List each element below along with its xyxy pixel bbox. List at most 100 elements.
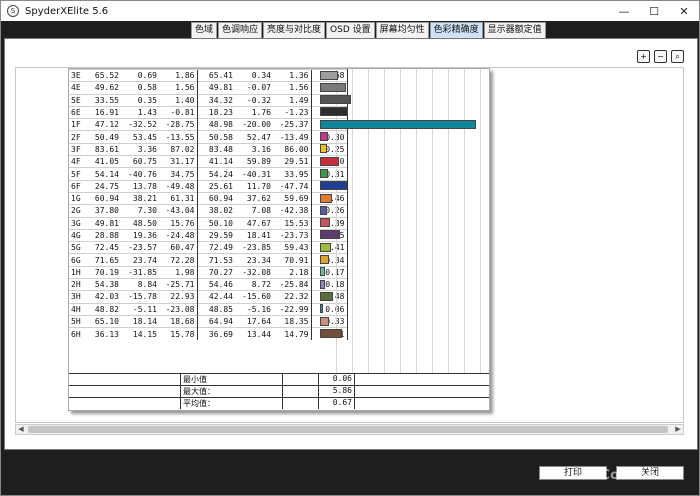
measured-b: 29.51 [273, 155, 311, 168]
target-a: -5.11 [121, 302, 159, 316]
patch-id: 5G [69, 241, 83, 254]
tab-6[interactable]: 显示器额定值 [483, 22, 546, 38]
measured-l: 41.14 [196, 155, 235, 168]
stat-label: 平均值： [181, 398, 283, 409]
horizontal-scrollbar[interactable]: ◀ ▶ [15, 424, 684, 435]
chart-gridline [480, 69, 481, 373]
measured-b: 33.95 [273, 167, 311, 181]
tab-5[interactable]: 色彩精确度 [429, 22, 483, 38]
measured-a: -0.07 [235, 81, 273, 95]
target-l: 41.05 [83, 155, 121, 168]
target-l: 72.45 [83, 241, 121, 254]
measured-b: 15.53 [273, 216, 311, 230]
stat-label: 最大值： [181, 386, 283, 397]
target-l: 47.12 [83, 118, 121, 131]
close-window-button[interactable]: ✕ [669, 1, 699, 21]
target-l: 28.88 [83, 228, 121, 242]
delta-e-bar [320, 291, 333, 301]
measured-l: 25.61 [196, 179, 235, 193]
delta-e-bar [320, 156, 339, 166]
minimize-button[interactable]: — [609, 1, 639, 21]
measured-a: 1.76 [235, 105, 273, 119]
measured-a: -20.00 [235, 118, 273, 131]
target-a: -15.78 [121, 290, 159, 304]
scroll-right-icon[interactable]: ▶ [673, 425, 683, 434]
measured-b: 59.69 [273, 191, 311, 205]
target-a: -40.76 [121, 167, 159, 181]
measured-l: 29.59 [196, 228, 235, 242]
measured-l: 18.23 [196, 105, 235, 119]
report-viewport[interactable]: 3E65.520.691.8665.410.341.360.684E49.620… [15, 67, 684, 423]
delta-e-bar [320, 267, 325, 277]
target-b: 34.75 [159, 167, 197, 181]
scrollbar-thumb[interactable] [28, 426, 668, 433]
measured-l: 60.94 [196, 191, 235, 205]
target-b: -24.48 [159, 228, 197, 242]
delta-e-bar [320, 193, 333, 203]
patch-id: 4F [69, 155, 83, 168]
zoom-fit-icon[interactable]: ⌕ [671, 50, 684, 63]
scroll-left-icon[interactable]: ◀ [16, 425, 26, 434]
delta-e-bar [320, 230, 340, 240]
target-a: 3.36 [121, 142, 159, 156]
stat-row: 最大值： 5.86 [69, 385, 489, 397]
stat-spacer [283, 398, 319, 409]
app-logo-icon: S [7, 5, 19, 17]
delta-e-bar [320, 95, 352, 105]
target-b: 18.68 [159, 314, 197, 328]
tab-1[interactable]: 色调响应 [218, 22, 263, 38]
patch-id: 1G [69, 191, 83, 205]
patch-id: 6G [69, 253, 83, 267]
zoom-out-icon[interactable]: − [654, 50, 667, 63]
delta-e-bar [320, 132, 328, 141]
color-accuracy-table: 3E65.520.691.8665.410.341.360.684E49.620… [69, 68, 348, 341]
target-l: 54.14 [83, 167, 121, 181]
stat-spacer [283, 374, 319, 385]
target-a: -31.85 [121, 265, 159, 279]
delta-e-bar [320, 181, 348, 191]
measured-l: 38.02 [196, 204, 235, 218]
patch-id: 4E [69, 81, 83, 95]
delta-e-bar [320, 328, 342, 338]
report-tabs: 色域 色调响应 亮度与对比度 OSD 设置 屏幕均匀性 色彩精确度 显示器额定值 [191, 22, 547, 38]
maximize-button[interactable]: ☐ [639, 1, 669, 21]
measured-l: 70.27 [196, 265, 235, 279]
delta-e-bar [320, 218, 331, 228]
delta-e-bar [320, 82, 347, 92]
target-b: 22.93 [159, 290, 197, 304]
tab-0[interactable]: 色域 [191, 22, 218, 38]
chart-gridline [464, 69, 465, 373]
measured-l: 64.94 [196, 314, 235, 328]
patch-id: 6E [69, 105, 83, 119]
target-l: 49.62 [83, 81, 121, 95]
window-title: SpyderXElite 5.6 [25, 5, 109, 17]
table-row: 1G 60.94 38.21 61.31 60.94 37.62 59.69 0.46 [69, 191, 348, 205]
target-l: 49.81 [83, 216, 121, 230]
target-a: 23.74 [121, 253, 159, 267]
tab-2[interactable]: 亮度与对比度 [263, 22, 326, 38]
tab-4[interactable]: 屏幕均匀性 [375, 22, 429, 38]
stat-spacer [283, 386, 319, 397]
target-b: 72.28 [159, 253, 197, 267]
measured-b: 2.18 [273, 265, 311, 279]
measured-b: -13.49 [273, 130, 311, 144]
zoom-in-icon[interactable]: + [637, 50, 650, 63]
table-row: 6G 71.65 23.74 72.28 71.53 23.34 70.91 0.34 [69, 253, 348, 267]
target-a: 0.35 [121, 93, 159, 107]
patch-id: 3E [69, 68, 83, 82]
measured-b: 1.56 [273, 81, 311, 95]
patch-id: 5H [69, 314, 83, 328]
tab-3[interactable]: OSD 设置 [326, 22, 375, 38]
delta-e-bar [320, 304, 323, 314]
target-a: 0.58 [121, 81, 159, 95]
delta-e-bar [320, 242, 331, 252]
target-l: 48.82 [83, 302, 121, 316]
patch-id: 6H [69, 327, 83, 341]
measured-b: 18.35 [273, 314, 311, 328]
measured-l: 54.24 [196, 167, 235, 181]
measured-a: 59.89 [235, 155, 273, 168]
measured-a: -5.16 [235, 302, 273, 316]
target-a: 7.30 [121, 204, 159, 218]
patch-id: 3H [69, 290, 83, 304]
target-a: 19.36 [121, 228, 159, 242]
